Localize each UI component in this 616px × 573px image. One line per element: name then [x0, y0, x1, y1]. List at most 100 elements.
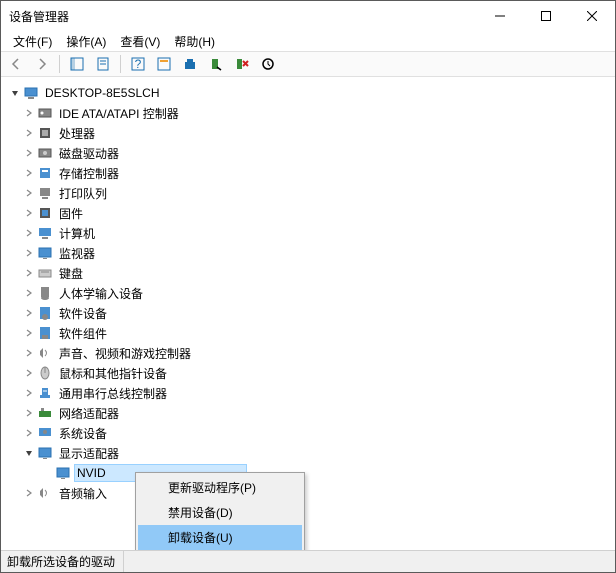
maximize-button[interactable] [523, 1, 569, 31]
forward-button[interactable] [31, 53, 53, 75]
tree-root-label: DESKTOP-8E5SLCH [43, 85, 162, 101]
device-category-icon [37, 345, 53, 361]
chevron-right-icon[interactable] [23, 207, 35, 219]
device-category-icon [37, 365, 53, 381]
device-tree[interactable]: DESKTOP-8E5SLCH IDE ATA/ATAPI 控制器处理器磁盘驱动… [1, 77, 615, 550]
tree-item-label: 磁盘驱动器 [57, 144, 121, 163]
chevron-right-icon[interactable] [23, 127, 35, 139]
help-button[interactable]: ? [127, 53, 149, 75]
tree-item[interactable]: 处理器 [23, 123, 615, 143]
chevron-right-icon[interactable] [23, 307, 35, 319]
device-category-icon [37, 305, 53, 321]
tree-item-label: IDE ATA/ATAPI 控制器 [57, 104, 181, 123]
tree-item[interactable]: 打印队列 [23, 183, 615, 203]
ctx-uninstall-device[interactable]: 卸载设备(U) [138, 525, 302, 550]
uninstall-device-button[interactable] [231, 53, 253, 75]
device-category-icon [37, 125, 53, 141]
chevron-right-icon[interactable] [23, 167, 35, 179]
context-menu: 更新驱动程序(P) 禁用设备(D) 卸载设备(U) 扫描检测硬件改动(A) [135, 472, 305, 550]
tree-item[interactable]: 软件组件 [23, 323, 615, 343]
tree-item[interactable]: 人体学输入设备 [23, 283, 615, 303]
window-controls [477, 1, 615, 31]
tree-item[interactable]: 计算机 [23, 223, 615, 243]
chevron-right-icon[interactable] [23, 147, 35, 159]
toolbar: ? [1, 51, 615, 77]
tree-item-audio[interactable]: 音频输入 [23, 483, 615, 503]
tree-item-label: 软件设备 [57, 304, 109, 323]
menu-file[interactable]: 文件(F) [13, 33, 52, 50]
chevron-right-icon[interactable] [23, 367, 35, 379]
chevron-right-icon[interactable] [23, 427, 35, 439]
audio-icon [37, 485, 53, 501]
ctx-disable-device[interactable]: 禁用设备(D) [138, 500, 302, 525]
chevron-right-icon[interactable] [23, 327, 35, 339]
back-button[interactable] [5, 53, 27, 75]
device-category-icon [37, 105, 53, 121]
chevron-right-icon[interactable] [23, 287, 35, 299]
chevron-right-icon[interactable] [23, 227, 35, 239]
tree-item-label: 监视器 [57, 244, 97, 263]
show-hide-tree-button[interactable] [66, 53, 88, 75]
chevron-right-icon[interactable] [23, 107, 35, 119]
tree-item[interactable]: 固件 [23, 203, 615, 223]
tree-item[interactable]: 声音、视频和游戏控制器 [23, 343, 615, 363]
device-category-icon [37, 205, 53, 221]
properties-button[interactable] [92, 53, 114, 75]
tree-item[interactable]: IDE ATA/ATAPI 控制器 [23, 103, 615, 123]
update-driver-button[interactable] [179, 53, 201, 75]
tree-item[interactable]: 磁盘驱动器 [23, 143, 615, 163]
chevron-right-icon[interactable] [23, 347, 35, 359]
device-category-icon [37, 245, 53, 261]
tree-item[interactable]: 网络适配器 [23, 403, 615, 423]
tree-item-label: 打印队列 [57, 184, 109, 203]
action-button[interactable] [153, 53, 175, 75]
chevron-down-icon[interactable] [23, 447, 35, 459]
tree-item[interactable]: 系统设备 [23, 423, 615, 443]
titlebar: 设备管理器 [1, 1, 615, 31]
tree-item[interactable]: 存储控制器 [23, 163, 615, 183]
menu-view[interactable]: 查看(V) [120, 33, 160, 50]
device-category-icon [37, 325, 53, 341]
tree-item-nvidia[interactable]: NVID [41, 463, 615, 483]
chevron-right-icon[interactable] [23, 267, 35, 279]
minimize-button[interactable] [477, 1, 523, 31]
tree-item-label: 键盘 [57, 264, 85, 283]
chevron-right-icon[interactable] [23, 407, 35, 419]
toolbar-separator [120, 55, 121, 73]
tree-item[interactable]: 鼠标和其他指针设备 [23, 363, 615, 383]
tree-item-label: 显示适配器 [57, 444, 121, 463]
tree-item-label: 人体学输入设备 [57, 284, 145, 303]
tree-item-label: 计算机 [57, 224, 97, 243]
tree-item-display-adapters[interactable]: 显示适配器 [23, 443, 615, 463]
close-button[interactable] [569, 1, 615, 31]
tree-item[interactable]: 键盘 [23, 263, 615, 283]
chevron-right-icon[interactable] [23, 487, 35, 499]
tree-item-label: 处理器 [57, 124, 97, 143]
device-category-icon [37, 425, 53, 441]
tree-item-label: 声音、视频和游戏控制器 [57, 344, 193, 363]
scan-hardware-button[interactable] [257, 53, 279, 75]
tree-item-label: 软件组件 [57, 324, 109, 343]
chevron-right-icon[interactable] [23, 247, 35, 259]
tree-item[interactable]: 通用串行总线控制器 [23, 383, 615, 403]
tree-root[interactable]: DESKTOP-8E5SLCH [5, 83, 615, 103]
tree-item[interactable]: 软件设备 [23, 303, 615, 323]
chevron-right-icon[interactable] [23, 387, 35, 399]
chevron-down-icon[interactable] [9, 87, 21, 99]
tree-item-label: 网络适配器 [57, 404, 121, 423]
menu-action[interactable]: 操作(A) [66, 33, 106, 50]
tree-item-label: 通用串行总线控制器 [57, 384, 169, 403]
ctx-update-driver[interactable]: 更新驱动程序(P) [138, 475, 302, 500]
device-category-icon [37, 285, 53, 301]
tree-item-label: 系统设备 [57, 424, 109, 443]
chevron-right-icon[interactable] [23, 187, 35, 199]
toolbar-separator [59, 55, 60, 73]
device-category-icon [37, 185, 53, 201]
tree-item-label: 音频输入 [57, 484, 109, 503]
device-category-icon [37, 265, 53, 281]
menu-help[interactable]: 帮助(H) [174, 33, 215, 50]
tree-item[interactable]: 监视器 [23, 243, 615, 263]
window-title: 设备管理器 [9, 8, 477, 25]
device-category-icon [37, 225, 53, 241]
disable-device-button[interactable] [205, 53, 227, 75]
